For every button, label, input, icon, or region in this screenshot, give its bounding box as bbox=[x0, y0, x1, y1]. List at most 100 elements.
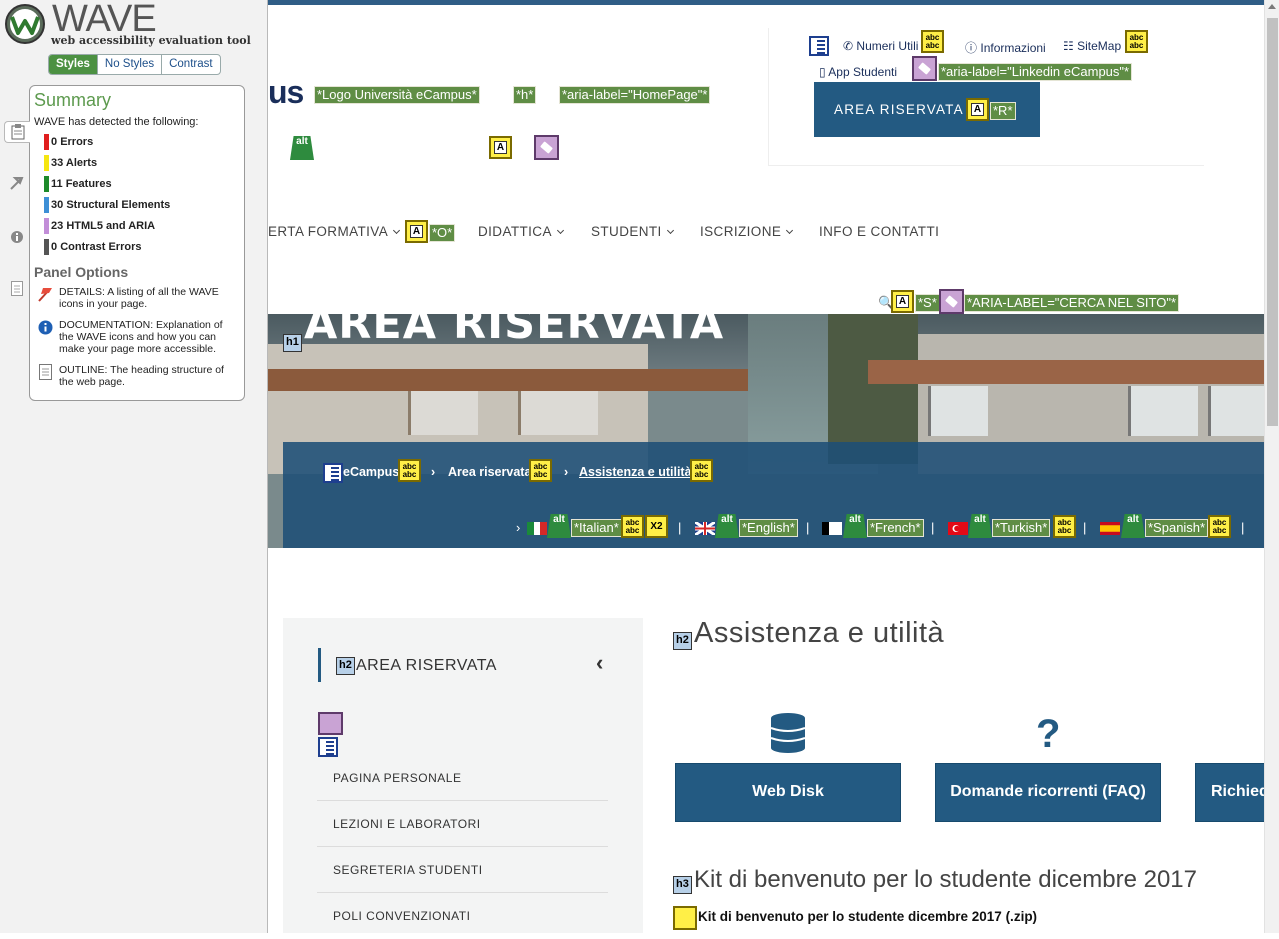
summary-color-bar bbox=[44, 197, 49, 213]
summary-label: Structural Elements bbox=[66, 199, 171, 211]
wave-linked-alt-icon-4: alt bbox=[843, 514, 867, 538]
scroll-up-arrow-icon[interactable] bbox=[1268, 4, 1276, 9]
service-web-disk-button[interactable]: Web Disk bbox=[675, 763, 901, 822]
tab-no-styles[interactable]: No Styles bbox=[96, 55, 161, 74]
sidebar-item-poli[interactable]: POLI CONVENZIONATI bbox=[317, 893, 608, 939]
separator: | bbox=[931, 520, 935, 535]
scrollbar[interactable] bbox=[1264, 0, 1279, 933]
summary-color-bar bbox=[44, 155, 49, 171]
service-richiedi-button[interactable]: Richied bbox=[1195, 763, 1275, 822]
details-flag-icon[interactable] bbox=[6, 172, 28, 194]
summary-row[interactable]: 23 HTML5 and ARIA bbox=[34, 218, 240, 239]
database-icon bbox=[770, 713, 806, 753]
chevron-down-icon bbox=[666, 226, 674, 235]
summary-row[interactable]: 33 Alerts bbox=[34, 155, 240, 176]
kit-download-link[interactable]: Kit di benvenuto per lo studente dicembr… bbox=[698, 909, 1037, 924]
outline-icon bbox=[37, 364, 53, 380]
wave-list-icon-3 bbox=[318, 737, 338, 757]
menu-didattica[interactable]: DIDATTICA bbox=[478, 224, 564, 239]
summary-color-bar bbox=[44, 218, 49, 234]
hero-banner-image bbox=[268, 314, 1264, 548]
util-link-informazioni[interactable]: ⓘ Informazioni bbox=[965, 39, 1046, 56]
italy-flag-icon bbox=[527, 522, 547, 535]
site-logo-fragment[interactable]: us bbox=[268, 74, 304, 111]
summary-row[interactable]: 30 Structural Elements bbox=[34, 197, 240, 218]
summary-color-bar bbox=[44, 176, 49, 192]
summary-panel: Summary WAVE has detected the following:… bbox=[29, 85, 245, 401]
wave-alt-tag-english[interactable]: *English* bbox=[739, 519, 798, 537]
wave-view-tabs: Styles No Styles Contrast bbox=[48, 54, 221, 75]
wave-accesskey-icon-2: A bbox=[966, 98, 989, 121]
option-documentation[interactable]: DOCUMENTATION: Explanation of the WAVE i… bbox=[34, 319, 240, 355]
service-faq-button[interactable]: Domande ricorrenti (FAQ) bbox=[935, 763, 1161, 822]
wave-accesskey-icon-3: A bbox=[405, 220, 428, 243]
menu-info-contatti[interactable]: INFO E CONTATTI bbox=[819, 224, 939, 239]
menu-offerta-formativa[interactable]: ERTA FORMATIVA bbox=[268, 224, 401, 239]
wave-redundant-title-icon-7: abc abc bbox=[1053, 515, 1076, 538]
wave-aria-tag-homepage: *aria-label="HomePage"* bbox=[559, 86, 711, 104]
wave-redundant-title-icon-3: abc abc bbox=[398, 459, 421, 482]
util-link-app-studenti[interactable]: ▯ App Studenti bbox=[819, 65, 897, 79]
tab-contrast[interactable]: Contrast bbox=[161, 55, 219, 74]
tab-styles[interactable]: Styles bbox=[49, 55, 97, 74]
wave-alt-tag-french[interactable]: *French* bbox=[867, 519, 924, 537]
wave-accesskey-icon: A bbox=[489, 136, 512, 159]
documentation-info-icon[interactable] bbox=[6, 226, 28, 248]
france-flag-icon bbox=[822, 522, 842, 535]
summary-count: 0 bbox=[51, 241, 58, 253]
util-link-numeri-utili[interactable]: ✆ Numeri Utili bbox=[843, 39, 918, 53]
question-mark-icon: ? bbox=[1036, 712, 1061, 756]
chevron-right-icon: › bbox=[431, 465, 436, 479]
wave-redundant-title-icon-8: abc abc bbox=[1208, 515, 1231, 538]
scroll-thumb[interactable] bbox=[1267, 18, 1278, 426]
separator: | bbox=[1083, 520, 1087, 535]
wave-alt-tag-italian[interactable]: *Italian* bbox=[571, 519, 622, 537]
menu-iscrizione[interactable]: ISCRIZIONE bbox=[700, 224, 794, 239]
sidebar-item-lezioni[interactable]: LEZIONI E LABORATORI bbox=[317, 801, 608, 847]
summary-clipboard-icon[interactable] bbox=[4, 121, 30, 143]
sidebar-accent-bar bbox=[318, 648, 321, 682]
top-accent-line bbox=[268, 0, 1264, 5]
summary-row[interactable]: 0 Errors bbox=[34, 134, 240, 155]
wave-alt-tag-spanish[interactable]: *Spanish* bbox=[1145, 519, 1209, 537]
wave-redundant-link-icon: X2 bbox=[645, 515, 668, 538]
wave-linked-alt-icon-2: alt bbox=[547, 514, 571, 538]
spain-flag-icon bbox=[1100, 522, 1120, 535]
wave-navigation-icon bbox=[318, 712, 343, 735]
summary-intro: WAVE has detected the following: bbox=[34, 116, 199, 128]
wave-h1-icon: h1 bbox=[283, 334, 302, 352]
util-link-sitemap[interactable]: ☷ SiteMap bbox=[1063, 39, 1121, 53]
wave-linked-alt-icon-6: alt bbox=[1121, 514, 1145, 538]
wave-alt-tag-turkish[interactable]: *Turkish* bbox=[992, 519, 1051, 537]
breadcrumb-assistenza[interactable]: Assistenza e utilità bbox=[579, 465, 692, 479]
summary-title: Summary bbox=[34, 90, 112, 110]
sidebar-item-segreteria[interactable]: SEGRETERIA STUDENTI bbox=[317, 847, 608, 893]
wave-list-icon bbox=[809, 36, 829, 56]
option-details[interactable]: DETAILS: A listing of all the WAVE icons… bbox=[34, 286, 240, 310]
separator: | bbox=[678, 520, 682, 535]
wave-h2-icon: h2 bbox=[336, 657, 355, 675]
breadcrumb-ecampus[interactable]: eCampus bbox=[343, 465, 399, 479]
wave-alt-tag-logo: *Logo Università eCampus* bbox=[314, 86, 480, 104]
wave-tag-o: *O* bbox=[429, 224, 456, 242]
wave-sidebar: WAVE web accessibility evaluation tool S… bbox=[0, 0, 268, 933]
section-heading: Assistenza e utilità bbox=[694, 617, 945, 649]
panel-options-title: Panel Options bbox=[34, 264, 129, 280]
wave-redundant-title-icon-2: abc abc bbox=[1125, 30, 1148, 53]
breadcrumb-area-riservata[interactable]: Area riservata bbox=[448, 465, 531, 479]
mobile-icon: ▯ bbox=[819, 65, 826, 79]
summary-row[interactable]: 11 Features bbox=[34, 176, 240, 197]
summary-row[interactable]: 0 Contrast Errors bbox=[34, 239, 240, 260]
outline-document-icon[interactable] bbox=[6, 277, 28, 299]
wave-aria-label-icon-3 bbox=[939, 289, 964, 314]
flag-icon bbox=[37, 286, 53, 302]
menu-studenti[interactable]: STUDENTI bbox=[591, 224, 674, 239]
collapse-chevron-icon[interactable]: ‹ bbox=[596, 650, 603, 676]
turkey-flag-icon bbox=[948, 522, 968, 535]
option-outline[interactable]: OUTLINE: The heading structure of the we… bbox=[34, 364, 240, 388]
sidebar-item-pagina-personale[interactable]: PAGINA PERSONALE bbox=[317, 755, 608, 801]
summary-label: Errors bbox=[60, 136, 94, 148]
page-title: AREA RISERVATA bbox=[304, 299, 725, 349]
wave-tag-r: *R* bbox=[990, 102, 1016, 120]
wave-redundant-title-icon-5: abc abc bbox=[690, 459, 713, 482]
